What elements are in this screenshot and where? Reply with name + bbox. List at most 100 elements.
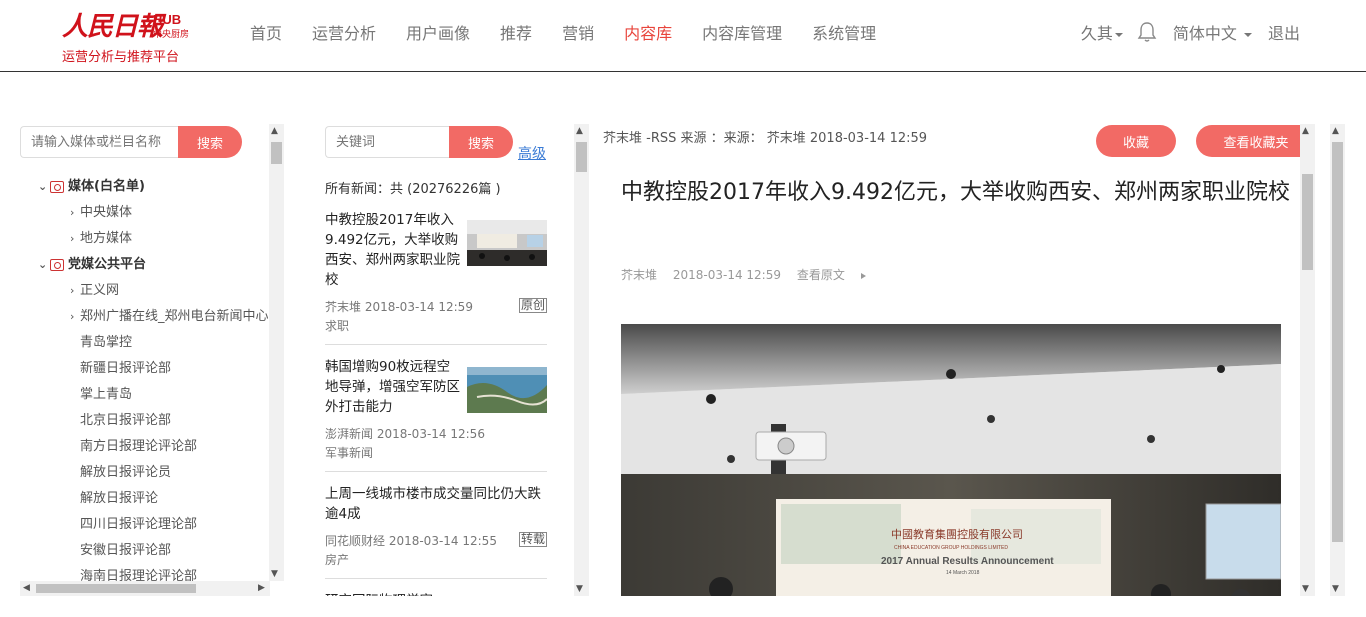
scroll-up-icon[interactable]: ▲ xyxy=(1302,126,1309,136)
news-category: 军事新闻 xyxy=(325,446,374,460)
tree-item[interactable]: 四川日报评论理论部 xyxy=(20,512,270,538)
bell-icon[interactable] xyxy=(1137,21,1157,43)
chevron-right-icon[interactable]: › xyxy=(70,200,80,226)
tree-item[interactable]: 新疆日报评论部 xyxy=(20,356,270,382)
scroll-down-icon[interactable]: ▼ xyxy=(576,584,583,594)
scroll-thumb[interactable] xyxy=(1302,174,1313,270)
tree-item-label: 郑州广播在线_郑州电台新闻中心 xyxy=(80,309,269,324)
logout-link[interactable]: 退出 xyxy=(1268,20,1300,44)
tree-item[interactable]: 掌上青岛 xyxy=(20,382,270,408)
chevron-down-icon xyxy=(1243,32,1252,37)
advanced-search-link[interactable]: 高级 xyxy=(518,143,546,163)
tree-item[interactable]: ⌄ 媒体(白名单) xyxy=(20,174,270,200)
media-folder-icon xyxy=(50,181,64,193)
nav-item[interactable]: 推荐 xyxy=(500,20,532,44)
news-title[interactable]: 中教控股2017年收入9.492亿元，大举收购西安、郑州两家职业院校 xyxy=(325,210,463,290)
media-tree-vscrollbar[interactable]: ▲ ▼ xyxy=(269,124,284,581)
news-source-date: 芥末堆 2018-03-14 12:59 xyxy=(325,300,473,314)
news-category: 求职 xyxy=(325,319,350,333)
news-item[interactable]: 中教控股2017年收入9.492亿元，大举收购西安、郑州两家职业院校芥末堆 20… xyxy=(325,210,547,345)
language-select[interactable]: 简体中文 xyxy=(1173,20,1252,44)
scroll-thumb[interactable] xyxy=(36,584,196,593)
news-meta: 同花顺财经 2018-03-14 12:55 转载 xyxy=(325,532,547,549)
chevron-right-icon[interactable]: › xyxy=(70,304,80,330)
scroll-down-icon[interactable]: ▼ xyxy=(1302,584,1309,594)
scroll-up-icon[interactable]: ▲ xyxy=(271,126,278,136)
media-tree-panel: 搜索 ⌄媒体(白名单)›中央媒体›地方媒体⌄党媒公共平台›正义网›郑州广播在线_… xyxy=(20,124,285,596)
scroll-up-icon[interactable]: ▲ xyxy=(1332,126,1339,136)
news-title[interactable]: 韩国增购90枚远程空地导弹，增强空军防区外打击能力 xyxy=(325,357,463,417)
photo-date: 14 March 2018 xyxy=(946,570,980,576)
media-search-input[interactable] xyxy=(20,126,178,158)
tree-item[interactable]: 南方日报理论评论部 xyxy=(20,434,270,460)
page-vscrollbar[interactable]: ▲ ▼ xyxy=(1330,124,1345,596)
tree-item[interactable]: › 中央媒体 xyxy=(20,200,270,226)
logo-hub-sub: 中央厨房 xyxy=(153,30,190,40)
article-vscrollbar[interactable]: ▲ ▼ xyxy=(1300,124,1315,596)
scroll-up-icon[interactable]: ▲ xyxy=(576,126,583,136)
tree-item-label: 解放日报评论 xyxy=(80,491,159,506)
photo-banner: 2017 Annual Results Announcement xyxy=(881,556,1054,567)
tree-item[interactable]: › 正义网 xyxy=(20,278,270,304)
top-header: 人民日報 HUB 中央厨房 运营分析与推荐平台 首页 运营分析 用户画像 推荐 营销 内容… xyxy=(0,0,1366,72)
view-original-link[interactable]: 查看原文 xyxy=(797,268,878,282)
tree-item[interactable]: › 郑州广播在线_郑州电台新闻中心 xyxy=(20,304,270,330)
user-menu[interactable]: 久其 xyxy=(1081,20,1123,44)
news-item[interactable]: 上周一线城市楼市成交量同比仍大跌逾4成同花顺财经 2018-03-14 12:5… xyxy=(325,484,547,579)
tree-item[interactable]: 安徽日报评论部 xyxy=(20,538,270,564)
nav-item[interactable]: 营销 xyxy=(562,20,594,44)
news-item[interactable]: 研究国际物理学家 xyxy=(325,591,547,596)
nav-item[interactable]: 内容库管理 xyxy=(702,20,782,44)
scroll-thumb[interactable] xyxy=(1332,142,1343,542)
nav-item[interactable]: 运营分析 xyxy=(312,20,376,44)
tree-item[interactable]: 北京日报评论部 xyxy=(20,408,270,434)
chevron-right-icon[interactable]: › xyxy=(70,278,80,304)
photo-cn-caption: 中國教育集團控股有限公司 xyxy=(891,527,1023,541)
news-tag-badge: 转载 xyxy=(518,532,547,547)
tree-item[interactable]: 青岛掌控 xyxy=(20,330,270,356)
news-title[interactable]: 研究国际物理学家 xyxy=(325,591,463,596)
collect-button[interactable]: 收藏 xyxy=(1096,125,1176,157)
view-original-label: 查看原文 xyxy=(796,268,845,282)
scroll-right-icon[interactable]: ▶ xyxy=(258,583,265,593)
news-source-date: 澎湃新闻 2018-03-14 12:56 xyxy=(325,427,485,441)
news-item[interactable]: 韩国增购90枚远程空地导弹，增强空军防区外打击能力澎湃新闻 2018-03-14… xyxy=(325,357,548,472)
scroll-down-icon[interactable]: ▼ xyxy=(1332,584,1339,594)
scroll-thumb[interactable] xyxy=(271,142,282,164)
scroll-thumb[interactable] xyxy=(576,142,587,172)
tree-item-label: 新疆日报评论部 xyxy=(80,361,172,376)
tree-item-label: 北京日报评论部 xyxy=(80,413,172,428)
tree-item[interactable]: 解放日报评论员 xyxy=(20,460,270,486)
news-search-button[interactable]: 搜索 xyxy=(449,126,513,158)
scroll-left-icon[interactable]: ◀ xyxy=(23,583,30,593)
chevron-right-icon[interactable]: › xyxy=(70,226,80,252)
nav-item[interactable]: 内容库 xyxy=(624,20,672,44)
nav-item[interactable]: 系统管理 xyxy=(812,20,876,44)
view-collection-button[interactable]: 查看收藏夹 xyxy=(1196,125,1300,157)
media-tree-hscrollbar[interactable]: ◀ ▶ xyxy=(20,581,270,596)
chevron-down-icon[interactable]: ⌄ xyxy=(38,174,48,200)
logo-text: 人民日報 xyxy=(62,12,163,42)
news-search: 搜索 xyxy=(325,126,513,158)
brand-logo[interactable]: 人民日報 HUB 中央厨房 运营分析与推荐平台 xyxy=(60,4,200,65)
media-search-button[interactable]: 搜索 xyxy=(178,126,242,158)
news-search-input[interactable] xyxy=(325,126,449,158)
tree-item[interactable]: › 地方媒体 xyxy=(20,226,270,252)
logo-hub: HUB xyxy=(153,12,182,27)
news-title[interactable]: 上周一线城市楼市成交量同比仍大跌逾4成 xyxy=(325,484,547,524)
news-list-vscrollbar[interactable]: ▲ ▼ xyxy=(574,124,589,596)
user-name: 久其 xyxy=(1080,24,1113,43)
language-label: 简体中文 xyxy=(1172,24,1237,43)
article-date: 2018-03-14 12:59 xyxy=(672,268,781,282)
tree-item-label: 四川日报评论理论部 xyxy=(80,517,198,532)
scroll-down-icon[interactable]: ▼ xyxy=(271,569,278,579)
tree-item[interactable]: 解放日报评论 xyxy=(20,486,270,512)
news-list-panel: 搜索 高级 所有新闻：共 (20276226篇 ) 中教控股2017年收入9.4… xyxy=(325,124,575,596)
nav-item[interactable]: 用户画像 xyxy=(406,20,470,44)
tree-item[interactable]: ⌄ 党媒公共平台 xyxy=(20,252,270,278)
chevron-down-icon[interactable]: ⌄ xyxy=(38,252,48,278)
news-thumbnail[interactable] xyxy=(467,367,548,413)
nav-item[interactable]: 首页 xyxy=(250,20,282,44)
news-thumbnail[interactable] xyxy=(467,220,547,266)
tree-item-label: 安徽日报评论部 xyxy=(80,543,172,558)
